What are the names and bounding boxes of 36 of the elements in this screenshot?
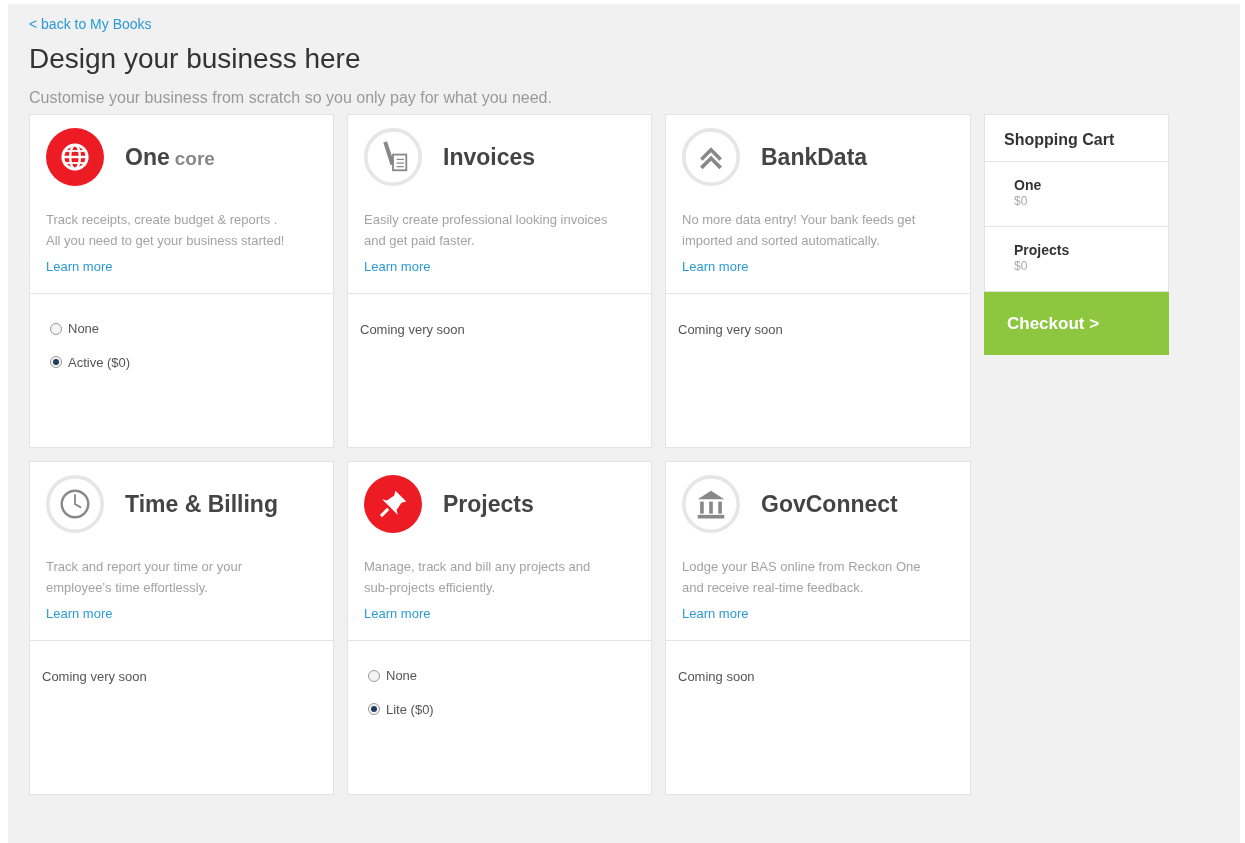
module-description: Easily create professional looking invoices and get paid faster.: [364, 211, 609, 250]
module-title: Time & Billing: [125, 489, 278, 519]
availability-note: Coming very soon: [678, 322, 783, 337]
learn-more-link[interactable]: Learn more: [364, 604, 431, 624]
checkout-button[interactable]: Checkout >: [984, 292, 1169, 355]
module-description: No more data entry! Your bank feeds get imported and sorted automatically.: [682, 211, 917, 250]
learn-more-link[interactable]: Learn more: [46, 604, 113, 624]
radio-option[interactable]: Lite ($0): [368, 699, 434, 719]
back-link[interactable]: < back to My Books: [29, 14, 1240, 32]
availability-note: Coming soon: [678, 669, 755, 684]
learn-more-link[interactable]: Learn more: [364, 257, 431, 277]
page-subheading: Customise your business from scratch so you only pay for what you need.: [29, 88, 553, 108]
module-description: Manage, track and bill any projects and sub-projects efficiently.: [364, 558, 592, 597]
learn-more-link[interactable]: Learn more: [46, 257, 113, 277]
learn-more-link[interactable]: Learn more: [682, 257, 749, 277]
radio-option[interactable]: None: [50, 319, 100, 339]
module-description: Track and report your time or your employee’s time effortlessly.: [46, 558, 244, 597]
module-title: One: [125, 142, 170, 172]
availability-note: Coming very soon: [360, 322, 465, 337]
availability-note: Coming very soon: [42, 669, 147, 684]
cart-title: Shopping Cart: [984, 114, 1169, 162]
module-title: BankData: [761, 142, 868, 172]
radio-option[interactable]: Active ($0): [50, 352, 131, 372]
module-description: Lodge your BAS online from Reckon One and receive real-time feedback.: [682, 558, 922, 597]
learn-more-link[interactable]: Learn more: [682, 604, 749, 624]
module-title: Invoices: [443, 142, 536, 172]
module-title: Projects: [443, 489, 534, 519]
cart-item-price: $0: [1014, 194, 1029, 209]
module-edition: core: [174, 146, 215, 171]
cart-item-name: Projects: [1014, 242, 1071, 259]
module-description: Track receipts, create budget & reports . All you need to get your business started!: [46, 211, 286, 250]
cart-item-price: $0: [1014, 259, 1029, 274]
module-title: GovConnect: [761, 489, 898, 519]
radio-option[interactable]: None: [368, 666, 418, 686]
cart-item-name: One: [1014, 177, 1043, 194]
page-heading: Design your business here: [29, 42, 362, 76]
